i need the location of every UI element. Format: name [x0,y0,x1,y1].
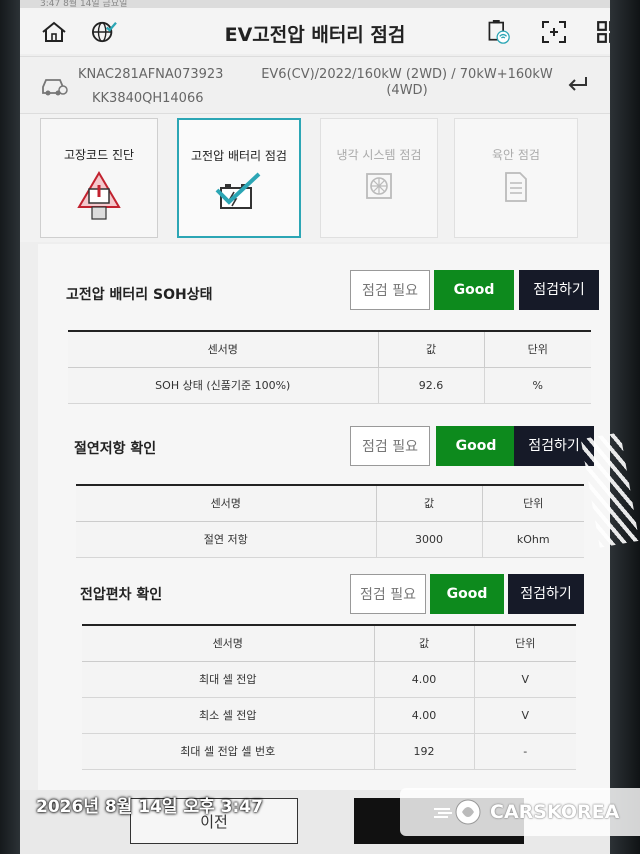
col-header-name: 센서명 [68,331,379,368]
photo-timestamp: 2026년 8월 14일 오후 3:47 [36,797,263,817]
voltage-table: 센서명 값 단위 최대 셀 전압 4.00 V 최소 셀 전압 4.00 V 최… [82,624,576,770]
expand-icon[interactable] [540,20,568,44]
tab-label: 냉각 시스템 점검 [336,148,422,162]
col-header-value: 값 [376,485,483,522]
plate-text: KK3840QH14066 [92,91,204,106]
cell-name: SOH 상태 (신품기준 100%) [68,367,379,404]
insulation-table: 센서명 값 단위 절연 저항 3000 kOhm [76,484,584,558]
vci-wifi-icon[interactable] [484,20,512,44]
cell-value: 3000 [376,521,483,558]
check-content: 고전압 배터리 SOH상태 점검 필요 Good 점검하기 센서명 값 단위 S… [38,244,610,804]
grid-icon[interactable] [594,20,610,44]
col-header-name: 센서명 [82,625,375,662]
section-title-insulation: 절연저항 확인 [74,441,157,457]
tab-label: 고전압 배터리 점검 [191,149,287,163]
battery-check-icon [215,172,261,209]
cell-name: 최대 셀 전압 [82,661,375,698]
cell-unit: % [484,367,591,404]
cell-value: 92.6 [378,367,485,404]
cell-name: 최대 셀 전압 셀 번호 [82,733,375,770]
table-row: SOH 상태 (신품기준 100%) 92.6 % [68,367,591,404]
top-bar: EV고전압 배터리 점검 [20,8,610,54]
cell-unit: - [474,733,576,770]
cell-unit: V [474,697,576,734]
need-check-button-insulation[interactable]: 점검 필요 [350,426,430,466]
need-check-button-voltage[interactable]: 점검 필요 [350,574,426,614]
device-bezel-left [0,0,20,854]
col-header-value: 값 [378,331,485,368]
watermark-text: CARSKOREA [490,801,620,823]
soh-table: 센서명 값 단위 SOH 상태 (신품기준 100%) 92.6 % [68,330,591,404]
status-bar: 3:47 8월 14일 금요일 [20,0,610,8]
carskorea-logo-icon [434,799,481,825]
table-row: 최소 셀 전압 4.00 V [82,697,576,734]
col-header-unit: 단위 [482,485,584,522]
page-title: EV고전압 배터리 점검 [224,24,406,46]
tab-cooling-system-check[interactable]: 냉각 시스템 점검 [320,118,438,238]
col-header-unit: 단위 [474,625,576,662]
device-bezel-right [610,0,640,854]
cell-value: 4.00 [374,661,475,698]
cell-unit: kOhm [482,521,584,558]
table-row: 절연 저항 3000 kOhm [76,521,584,558]
watermark: CARSKOREA [400,788,640,836]
return-icon[interactable] [566,73,590,95]
tab-visual-inspection[interactable]: 육안 점검 [454,118,578,238]
menu-tabs: 고장코드 진단 고전압 배터리 점검 냉각 시스템 점검 육안 점검 [20,114,610,242]
vehicle-info-bar: KNAC281AFNA073923 KK3840QH14066 EV6(CV)/… [20,56,610,114]
cooling-icon [366,173,392,199]
col-header-unit: 단위 [484,331,591,368]
section-title-voltage-deviation: 전압편차 확인 [80,587,163,603]
cell-name: 절연 저항 [76,521,377,558]
run-check-button-soh[interactable]: 점검하기 [519,270,599,310]
warning-icon [77,171,121,220]
tab-label: 육안 점검 [492,148,540,162]
document-icon [505,172,527,202]
col-header-value: 값 [374,625,475,662]
tab-dtc-diagnosis[interactable]: 고장코드 진단 [40,118,158,238]
vehicle-spec: EV6(CV)/2022/160kW (2WD) / 70kW+160kW (4… [261,67,553,98]
vin-text: KNAC281AFNA073923 [78,67,224,82]
device-screen: 3:47 8월 14일 금요일 EV고전압 배터리 점검 KNAC281AFNA… [20,0,610,854]
need-check-button-soh[interactable]: 점검 필요 [350,270,430,310]
good-button-insulation[interactable]: Good [436,426,516,466]
col-header-name: 센서명 [76,485,377,522]
cell-name: 최소 셀 전압 [82,697,375,734]
cell-unit: V [474,661,576,698]
table-row: 최대 셀 전압 4.00 V [82,661,576,698]
good-button-soh[interactable]: Good [434,270,514,310]
cell-value: 4.00 [374,697,475,734]
section-title-soh: 고전압 배터리 SOH상태 [66,287,213,303]
good-button-voltage[interactable]: Good [430,574,504,614]
tab-label: 고장코드 진단 [63,148,135,162]
car-icon [42,79,68,96]
tab-hv-battery-check[interactable]: 고전압 배터리 점검 [177,118,301,238]
run-check-button-voltage[interactable]: 점검하기 [508,574,584,614]
cell-value: 192 [374,733,475,770]
table-row: 최대 셀 전압 셀 번호 192 - [82,733,576,770]
